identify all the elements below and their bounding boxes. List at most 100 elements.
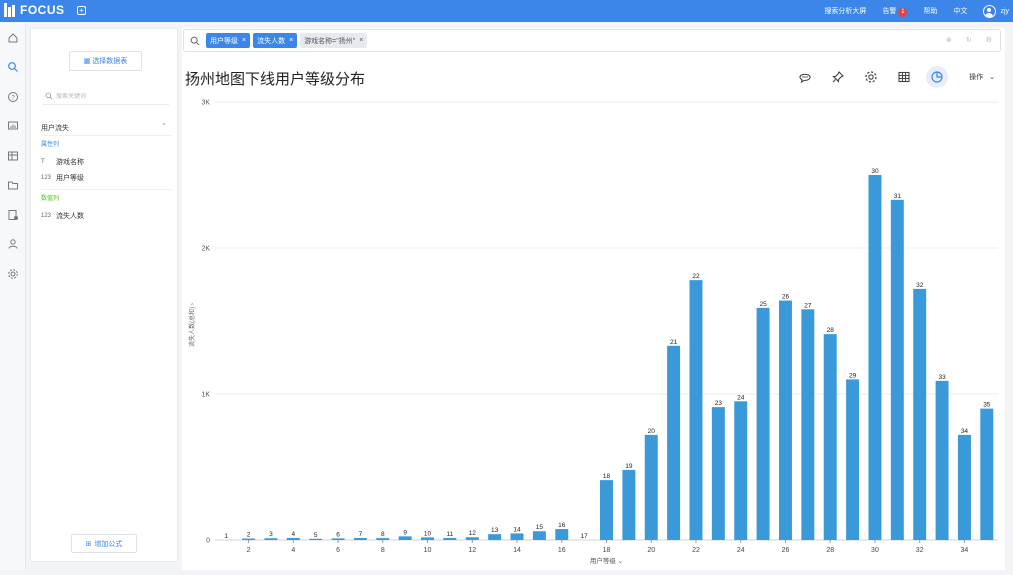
x-tick-label: 34 bbox=[961, 547, 969, 554]
x-tick-label: 28 bbox=[826, 547, 834, 554]
field-item[interactable]: T 游戏名称 bbox=[41, 157, 84, 167]
app-logo[interactable]: FOCUS bbox=[4, 3, 65, 17]
bar bbox=[957, 434, 971, 540]
bar bbox=[980, 408, 994, 540]
chevron-down-icon: ⌄ bbox=[989, 74, 995, 81]
select-datasource-label: 选择数据表 bbox=[92, 58, 128, 65]
user-icon[interactable] bbox=[7, 237, 19, 249]
folder-icon[interactable] bbox=[7, 178, 19, 190]
data-label: 29 bbox=[849, 372, 857, 379]
data-label: 16 bbox=[558, 522, 566, 529]
bar bbox=[555, 529, 569, 540]
settings-icon[interactable]: ⚙ bbox=[986, 36, 992, 44]
keyword-search-input[interactable]: 搜索关键词 bbox=[43, 87, 169, 105]
bar bbox=[622, 469, 636, 540]
gear-icon[interactable] bbox=[860, 66, 882, 88]
nav-help-link[interactable]: 帮助 bbox=[923, 6, 937, 16]
nav-language-link[interactable]: 中文 bbox=[953, 6, 967, 16]
search-bar[interactable]: 用户等级 × 流失人数 × 游戏名称="扬州" × ⊗ ↻ ⚙ bbox=[183, 29, 1001, 52]
search-token[interactable]: 流失人数 × bbox=[253, 33, 298, 48]
add-formula-button[interactable]: ⊞ 增加公式 bbox=[71, 534, 137, 553]
x-tick-label: 10 bbox=[424, 547, 432, 554]
bar bbox=[510, 533, 524, 540]
data-label: 18 bbox=[603, 473, 611, 480]
search-token[interactable]: 游戏名称="扬州" × bbox=[300, 33, 368, 48]
close-icon[interactable]: × bbox=[242, 37, 246, 44]
data-label: 21 bbox=[670, 339, 678, 346]
add-formula-label: 增加公式 bbox=[94, 540, 123, 548]
chevron-up-icon[interactable]: ⌃ bbox=[161, 122, 167, 130]
y-tick-label: 3K bbox=[201, 100, 210, 107]
close-icon[interactable]: × bbox=[359, 37, 363, 44]
logo-mark-icon bbox=[4, 3, 17, 17]
data-label: 26 bbox=[782, 294, 790, 301]
bar bbox=[711, 407, 725, 540]
data-label: 33 bbox=[938, 374, 946, 381]
bar bbox=[935, 380, 949, 540]
refresh-icon[interactable]: ↻ bbox=[966, 36, 972, 44]
top-bar: FOCUS + 搜索分析大屏 告警 1 帮助 中文 zjy bbox=[0, 0, 1013, 22]
field-item[interactable]: 123 流失人数 bbox=[41, 211, 84, 221]
bar bbox=[242, 538, 256, 540]
data-label: 5 bbox=[314, 532, 318, 539]
attr-section-label: 属性列 bbox=[41, 142, 60, 148]
search-bar-actions: ⊗ ↻ ⚙ bbox=[946, 36, 992, 44]
data-label: 9 bbox=[403, 529, 407, 536]
source-name[interactable]: 用户流失 bbox=[41, 123, 69, 133]
bar bbox=[644, 434, 658, 540]
y-tick-label: 1K bbox=[201, 392, 210, 399]
select-datasource-button[interactable]: ▦ 选择数据表 bbox=[69, 51, 142, 71]
data-label: 12 bbox=[469, 530, 477, 537]
data-label: 20 bbox=[648, 428, 656, 435]
data-label: 24 bbox=[737, 394, 745, 401]
alert-count-badge: 1 bbox=[898, 7, 908, 17]
nav-screen-link[interactable]: 搜索分析大屏 bbox=[824, 6, 866, 16]
plus-icon[interactable]: + bbox=[77, 6, 86, 15]
data-label: 23 bbox=[715, 400, 723, 407]
bar-chart: 0 1K 2K 3K 1 2 3 4 5 6 7 8 9 10 11 12 13 14 15 16 17 18 19 20 21… bbox=[182, 94, 1005, 570]
chart-view-icon[interactable] bbox=[926, 66, 949, 88]
nav-alert-link[interactable]: 告警 1 bbox=[882, 6, 908, 17]
search-token[interactable]: 用户等级 × bbox=[206, 33, 251, 48]
close-icon[interactable]: × bbox=[289, 37, 293, 44]
field-label: 游戏名称 bbox=[56, 159, 84, 166]
search-icon bbox=[190, 36, 200, 45]
search-icon[interactable] bbox=[7, 60, 19, 72]
bar bbox=[778, 300, 792, 540]
bar bbox=[398, 536, 412, 540]
user-name: zjy bbox=[1000, 7, 1009, 15]
clear-icon[interactable]: ⊗ bbox=[946, 36, 952, 44]
field-item[interactable]: 123 用户等级 bbox=[41, 173, 84, 183]
table-view-icon[interactable] bbox=[893, 66, 915, 88]
help-icon[interactable]: ? bbox=[7, 90, 19, 102]
table-icon[interactable] bbox=[7, 149, 19, 161]
data-label: 6 bbox=[336, 531, 340, 538]
user-menu[interactable]: zjy bbox=[983, 4, 1009, 18]
data-label: 31 bbox=[894, 193, 902, 200]
comment-icon[interactable] bbox=[794, 66, 816, 88]
x-tick-label: 4 bbox=[291, 547, 295, 554]
field-label: 用户等级 bbox=[56, 175, 84, 182]
dashboard-icon[interactable] bbox=[7, 119, 19, 131]
operation-label: 操作 bbox=[969, 74, 984, 81]
bar bbox=[331, 538, 345, 540]
number-type-icon: 123 bbox=[41, 175, 52, 181]
pin-icon[interactable] bbox=[827, 66, 849, 88]
bar bbox=[823, 334, 837, 540]
bar bbox=[689, 280, 703, 540]
home-icon[interactable] bbox=[7, 31, 19, 43]
bar bbox=[868, 175, 882, 540]
bar bbox=[376, 538, 390, 540]
data-label: 7 bbox=[359, 531, 363, 538]
data-settings-icon[interactable] bbox=[7, 208, 19, 220]
bar bbox=[465, 537, 479, 540]
x-tick-label: 20 bbox=[647, 547, 655, 554]
gear-icon[interactable] bbox=[7, 267, 19, 279]
bar bbox=[264, 538, 278, 540]
data-label: 28 bbox=[827, 327, 835, 334]
y-tick-label: 2K bbox=[201, 246, 210, 253]
x-tick-label: 12 bbox=[468, 547, 476, 554]
bar bbox=[913, 288, 927, 540]
operation-menu[interactable]: 操作 ⌄ bbox=[969, 72, 995, 82]
bar bbox=[309, 538, 323, 540]
